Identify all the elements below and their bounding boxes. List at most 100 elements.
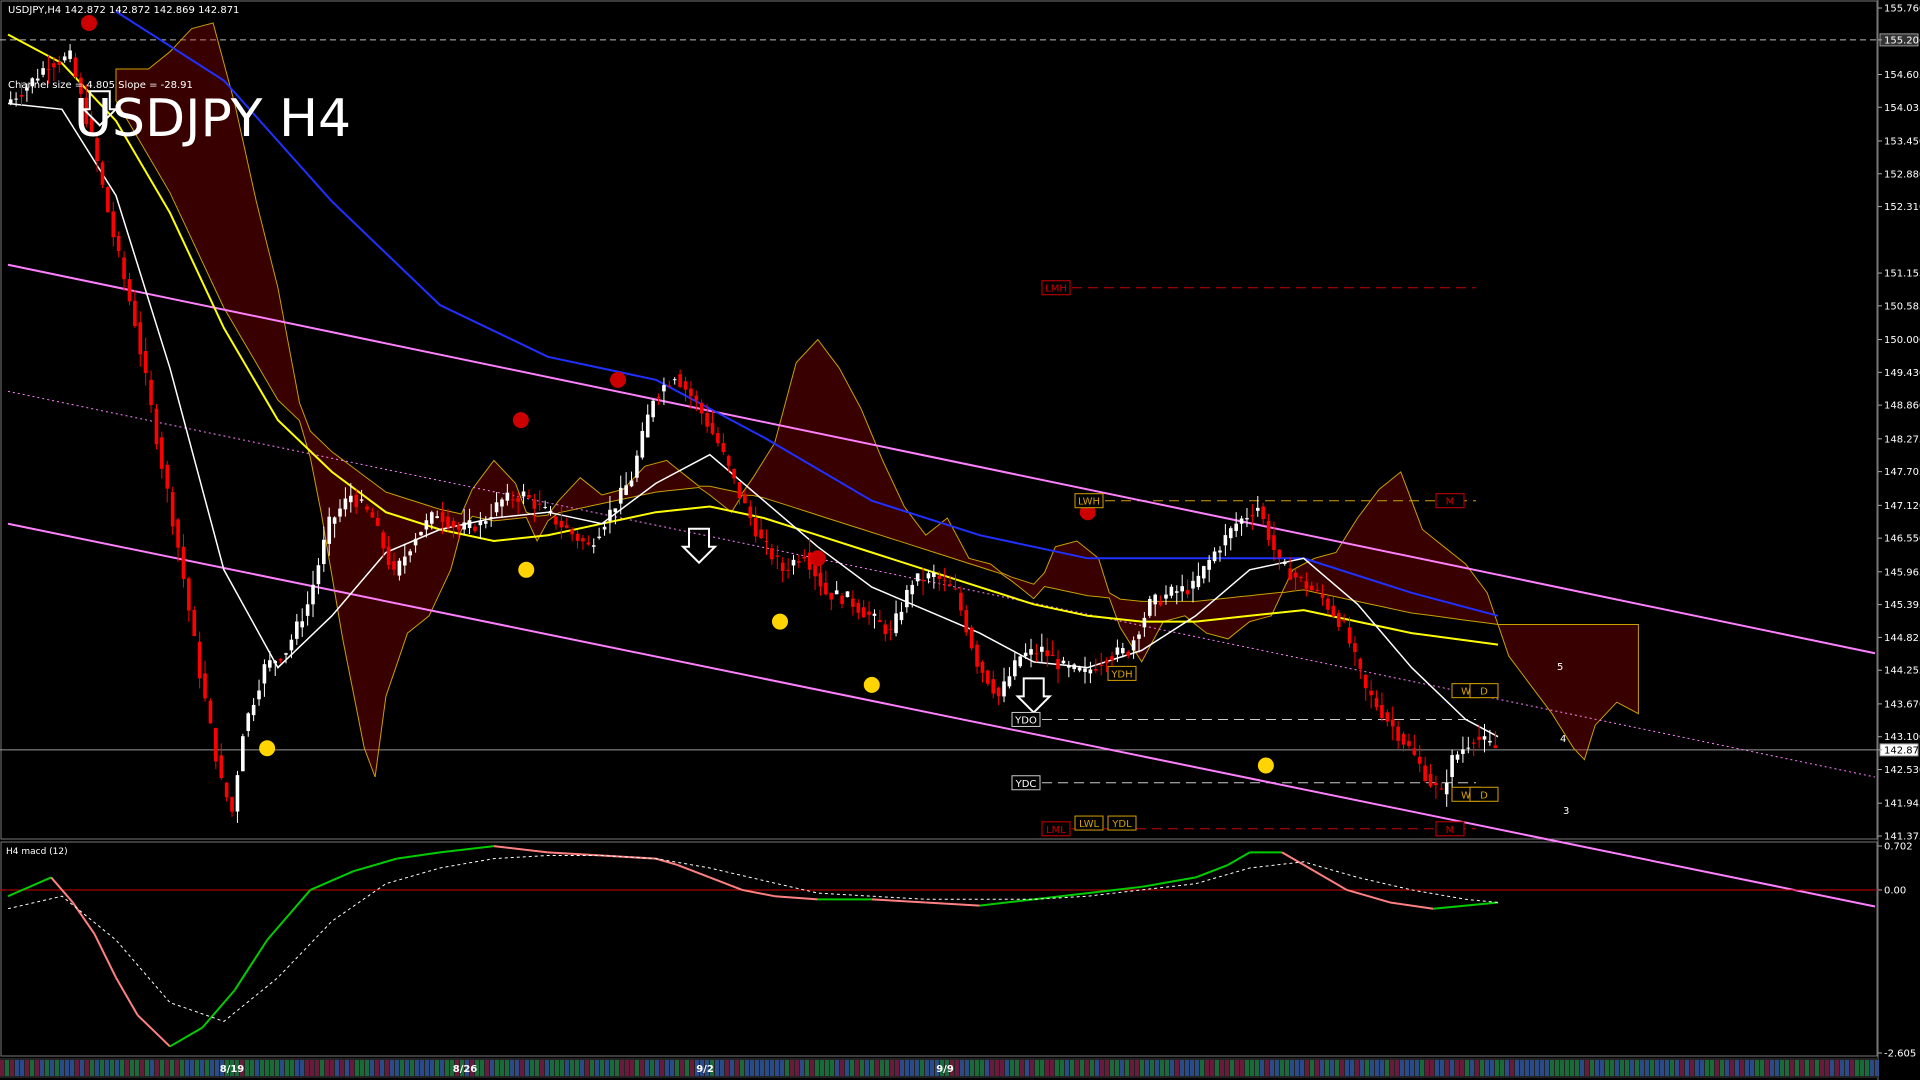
timeline-cell [255, 1060, 259, 1076]
timeline-cell [690, 1060, 694, 1076]
timeline-cell [1600, 1060, 1604, 1076]
timeline-cell [730, 1060, 734, 1076]
timeline-cell [440, 1060, 444, 1076]
candle-body [1396, 726, 1400, 741]
timeline-cell [960, 1060, 964, 1076]
candle-body [138, 322, 143, 355]
timeline-cell [1465, 1060, 1469, 1076]
chart: LMHLWH MYDHYDOW DYDCW DLWL YDLLML M543 155.76… [0, 0, 1920, 1080]
timeline-cell [430, 1060, 434, 1076]
timeline-cell [1230, 1060, 1234, 1076]
candle-body [197, 641, 202, 679]
timeline-cell [300, 1060, 304, 1076]
candle-body [52, 63, 56, 68]
timeline-cell [170, 1060, 174, 1076]
candle-body [1477, 736, 1481, 740]
timeline-cell [540, 1060, 544, 1076]
timeline-cell [1320, 1060, 1324, 1076]
timeline-cell [1835, 1060, 1839, 1076]
candle-body [1169, 586, 1174, 596]
candle-body [354, 494, 359, 508]
timeline-cell [1075, 1060, 1079, 1076]
candle-body [106, 187, 110, 213]
candle-body [726, 456, 731, 466]
symbol-line: USDJPY,H4 142.872 142.872 142.869 142.87… [8, 5, 239, 16]
timeline-cell [495, 1060, 499, 1076]
candle-body [181, 546, 186, 580]
candle-body [1083, 668, 1087, 672]
timeline-cell [1770, 1060, 1774, 1076]
timeline-cell [1195, 1060, 1199, 1076]
candle-body [743, 494, 747, 504]
timeline-cell [1100, 1060, 1104, 1076]
timeline-cell [190, 1060, 194, 1076]
candle-body [1115, 647, 1120, 655]
timeline-cell [660, 1060, 664, 1076]
price-label: 153.450 [1884, 136, 1920, 147]
sell-signal-icon [610, 371, 627, 388]
timeline-cell [60, 1060, 64, 1076]
candle-body [1023, 652, 1028, 657]
timeline-cell [1155, 1060, 1159, 1076]
timeline-cell [560, 1060, 564, 1076]
candle-body [1099, 664, 1104, 666]
timeline-cell [150, 1060, 154, 1076]
candle-body [478, 520, 483, 526]
candle-body [753, 517, 758, 537]
projection-label: 5 [1557, 662, 1563, 673]
timeline-cell [210, 1060, 214, 1076]
candle-body [203, 673, 207, 699]
timeline-cell [70, 1060, 74, 1076]
candle-body [392, 561, 396, 570]
candle-body [969, 627, 974, 649]
timeline-cell [5, 1060, 9, 1076]
timeline-cell [290, 1060, 294, 1076]
timeline-cell [985, 1060, 989, 1076]
candle-body [937, 575, 942, 579]
timeline-cell [520, 1060, 524, 1076]
price-label: 152.880 [1884, 169, 1920, 180]
sell-signal-icon [809, 550, 826, 567]
price-label: 141.945 [1884, 799, 1920, 810]
timeline-cell [1090, 1060, 1094, 1076]
timeline-cell [1190, 1060, 1194, 1076]
timeline-cell [650, 1060, 654, 1076]
timeline-cell [1705, 1060, 1709, 1076]
candle-body [716, 433, 720, 444]
candle-body [122, 257, 126, 280]
candle-body [786, 569, 790, 571]
timeline-cell [655, 1060, 659, 1076]
candle-body [532, 499, 537, 509]
buy-signal-icon [259, 740, 276, 757]
timeline-cell [95, 1060, 99, 1076]
timeline-cell [1455, 1060, 1459, 1076]
timeline-cell [215, 1060, 219, 1076]
timeline-cell [1830, 1060, 1834, 1076]
timeline-cell [100, 1060, 104, 1076]
projection-label: 3 [1563, 806, 1569, 817]
timeline-cell [1780, 1060, 1784, 1076]
candle-body [1369, 690, 1373, 696]
timeline-cell [115, 1060, 119, 1076]
candle-body [1088, 669, 1093, 674]
candle-body [1315, 589, 1319, 591]
timeline-cell [1860, 1060, 1864, 1076]
timeline-cell [1855, 1060, 1859, 1076]
timeline-cell [80, 1060, 84, 1076]
candle-body [1374, 697, 1379, 708]
candle-body [111, 211, 116, 238]
candle-body [1417, 756, 1422, 764]
candle-body [1121, 648, 1125, 654]
candle-body [1201, 566, 1206, 579]
candle-body [1277, 549, 1282, 558]
candle-body [116, 235, 121, 251]
background [0, 0, 1920, 1080]
candle-body [1147, 598, 1152, 616]
candle-body [975, 644, 979, 667]
timeline-cell [1115, 1060, 1119, 1076]
candle-body [505, 492, 510, 501]
candle-body [1040, 646, 1044, 652]
timeline-cell [880, 1060, 884, 1076]
timeline-cell [1555, 1060, 1559, 1076]
timeline-cell [990, 1060, 994, 1076]
